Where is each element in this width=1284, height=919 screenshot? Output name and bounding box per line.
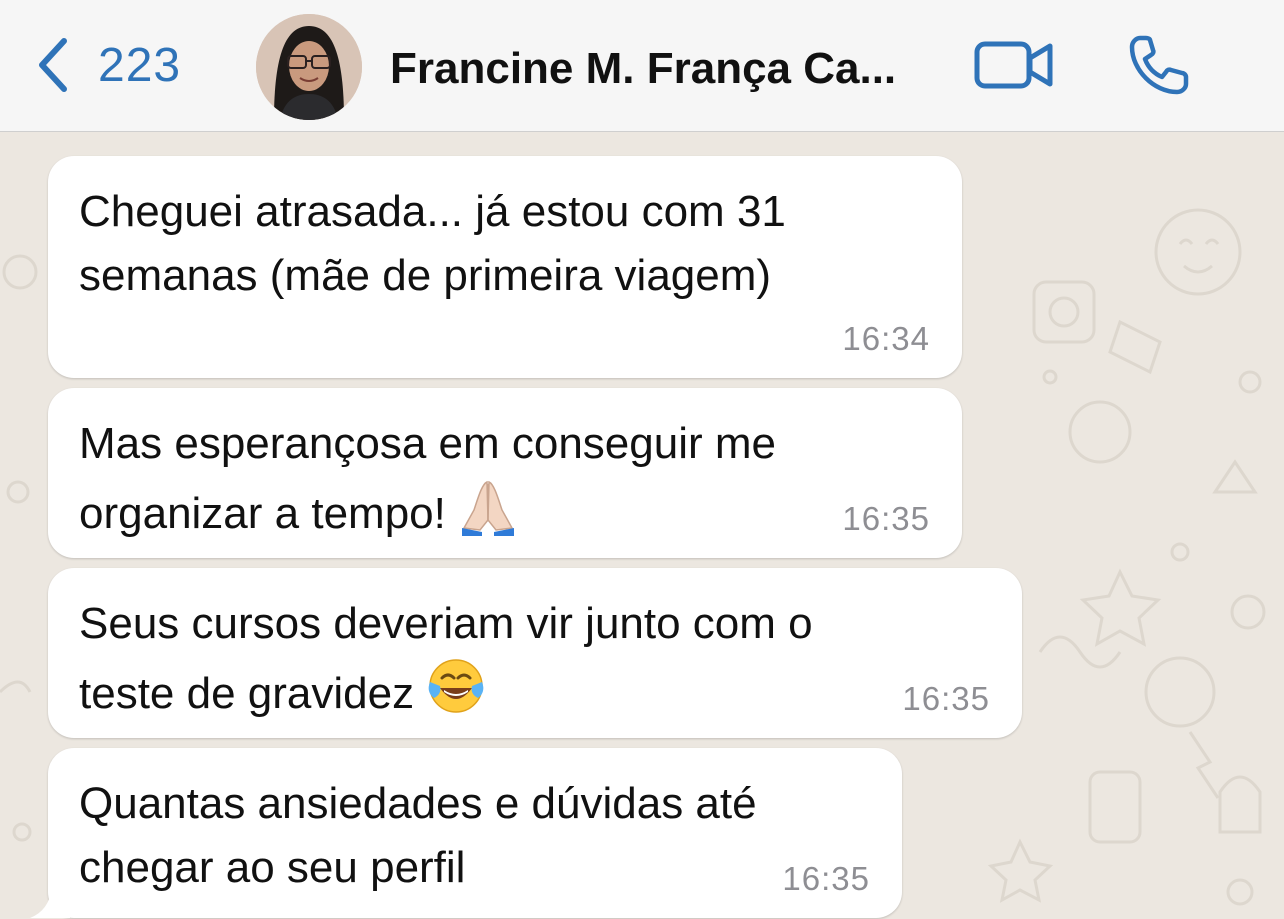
message-timestamp: 16:35 xyxy=(902,680,990,717)
folded-hands-emoji xyxy=(461,480,514,536)
message-text: Mas esperançosa em conseguir me organiza… xyxy=(79,419,776,538)
video-camera-icon xyxy=(974,41,1053,89)
chat-header: 223 Francine M. França Ca... xyxy=(0,0,1284,132)
message-timestamp: 16:35 xyxy=(842,500,930,537)
message-bubble[interactable]: Cheguei atrasada... já estou com 31 sema… xyxy=(48,156,962,378)
message-text: Quantas ansiedades e dúvidas até chegar … xyxy=(79,779,757,892)
video-call-button[interactable] xyxy=(974,36,1056,94)
message-bubble[interactable]: Seus cursos deveriam vir junto com o tes… xyxy=(48,568,1022,738)
message-bubble[interactable]: Mas esperançosa em conseguir me organiza… xyxy=(48,388,962,558)
message-bubble[interactable]: Quantas ansiedades e dúvidas até chegar … xyxy=(30,748,902,918)
message-timestamp: 16:34 xyxy=(842,320,930,357)
voice-call-button[interactable] xyxy=(1126,32,1192,98)
chat-area[interactable]: Cheguei atrasada... já estou com 31 sema… xyxy=(0,132,1284,919)
phone-icon xyxy=(1129,35,1189,95)
message-text: Cheguei atrasada... já estou com 31 sema… xyxy=(79,187,786,300)
unread-count: 223 xyxy=(98,38,182,92)
back-button[interactable]: 223 xyxy=(32,30,181,100)
message-timestamp: 16:35 xyxy=(782,860,870,897)
avatar[interactable] xyxy=(256,14,362,120)
bubble-tail xyxy=(30,886,70,918)
chevron-left-icon xyxy=(39,38,67,92)
contact-name[interactable]: Francine M. França Ca... xyxy=(390,44,950,94)
face-with-tears-of-joy-emoji xyxy=(428,659,484,713)
